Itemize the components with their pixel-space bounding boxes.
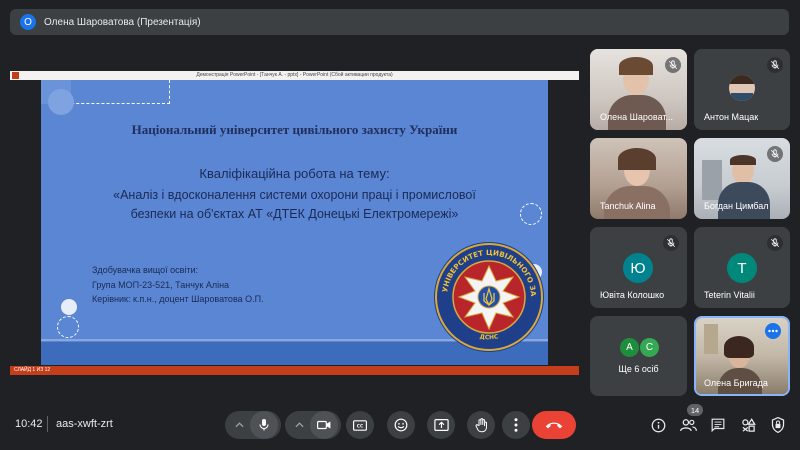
presenter-avatar: O [20,14,36,30]
mic-off-icon [663,235,679,251]
emblem-text-bottom: ДСНС [479,333,499,341]
chat-icon[interactable] [709,416,727,434]
participant-tile[interactable]: Антон Мацак [694,49,790,130]
slide-info-line: Здобувачка вищої освіти: [92,265,199,275]
presenter-label: Олена Шароватова (Презентація) [44,16,201,28]
clock-time: 10:42 [15,418,43,430]
end-call-button[interactable] [532,411,576,439]
slide-info-line: Керівник: к.п.н., доцент Шароватова О.П. [92,294,264,304]
ppt-statusbar: СЛАЙД 1 ИЗ 12 [10,366,579,375]
slide-info-line: Група МОП-23-521, Танчук Аліна [92,280,230,290]
end-call-icon [545,422,563,429]
slide-decor-dot [61,299,77,315]
participant-name: Tanchuk Alina [600,201,656,211]
mic-off-icon [767,146,783,162]
participant-tile[interactable]: T Teterin Vitalii [694,227,790,308]
participant-tile[interactable]: Ю Ювіта Колошко [590,227,687,308]
participant-hair [619,57,653,75]
slide: Національний університет цивільного захи… [41,80,548,365]
slide-heading: Кваліфікаційна робота на тему: [199,166,390,181]
host-controls-icon[interactable] [769,416,787,434]
university-emblem-icon: НАЦІОНАЛЬНИЙ УНІВЕРСИТЕТ ЦИВІЛЬНОГО ЗАХИ… [433,241,544,352]
hand-icon[interactable] [467,411,495,439]
participant-avatar: T [727,253,757,283]
presenter-banner[interactable]: O Олена Шароватова (Презентація) [10,9,789,35]
participant-name: Антон Мацак [704,112,759,122]
participant-tile[interactable]: Богдан Цимбал [694,138,790,219]
participant-name: Богдан Цимбал [704,201,769,211]
participant-name: Олена Бригада [704,378,768,388]
slide-topic-line: безпеки на об'єктах АТ «ДТЕК Донецькі Ел… [130,207,459,221]
slide-decor-circle [57,316,79,338]
more-vert-icon[interactable] [502,411,530,439]
people-count-badge: 14 [687,404,703,416]
participant-hair [730,155,756,165]
participant-name: Teterin Vitalii [704,290,755,300]
chevron-up-icon[interactable] [288,422,310,428]
chevron-up-icon[interactable] [228,422,250,428]
participant-avatar: A [620,338,639,357]
mic-off-icon [767,235,783,251]
emoji-icon[interactable] [387,411,415,439]
people-icon[interactable] [679,416,697,434]
meeting-code: aas-xwft-zrt [56,418,113,430]
ppt-window-title: Демонстрація PowerPoint - [Танчук А. - p… [196,72,393,78]
participant-background-object [704,324,718,354]
camera-icon[interactable] [310,411,338,439]
present-icon[interactable] [427,411,455,439]
mic-control [225,411,281,439]
slide-university: Національний університет цивільного захи… [131,122,458,137]
participant-tile[interactable]: Tanchuk Alina [590,138,687,219]
participant-hair [618,148,656,170]
participant-avatar-photo [729,75,755,101]
participant-hair [724,336,754,358]
shared-screen: Демонстрація PowerPoint - [Танчук А. - p… [10,71,579,375]
activities-icon[interactable] [739,416,757,434]
svg-text:CC: CC [357,423,363,429]
slide-topic-line: «Аналіз і вдосконалення системи охорони … [113,188,476,202]
camera-control [285,411,341,439]
participant-tile-active[interactable]: Олена Бригада [694,316,790,396]
svg-text:ДСНС: ДСНС [479,333,499,341]
info-icon[interactable] [649,416,667,434]
more-horiz-icon[interactable] [765,323,781,339]
participant-tile[interactable]: Олена Шароват... [590,49,687,130]
slide-decor-dot [48,89,74,115]
more-participants-label: Ще 6 осіб [618,364,659,374]
participant-avatar: Ю [623,253,653,283]
bottom-divider [47,416,48,432]
ppt-slide-counter: СЛАЙД 1 ИЗ 12 [14,367,51,373]
mic-icon[interactable] [250,411,278,439]
participant-name: Ювіта Колошко [600,290,665,300]
slide-topic: «Аналіз і вдосконалення системи охорони … [61,186,528,224]
mic-off-icon [665,57,681,73]
mic-off-icon [767,57,783,73]
participant-avatar: C [640,338,659,357]
captions-icon[interactable]: CC [346,411,374,439]
more-participants-tile[interactable]: A C Ще 6 осіб [590,316,687,396]
participant-name: Олена Шароват... [600,112,674,122]
